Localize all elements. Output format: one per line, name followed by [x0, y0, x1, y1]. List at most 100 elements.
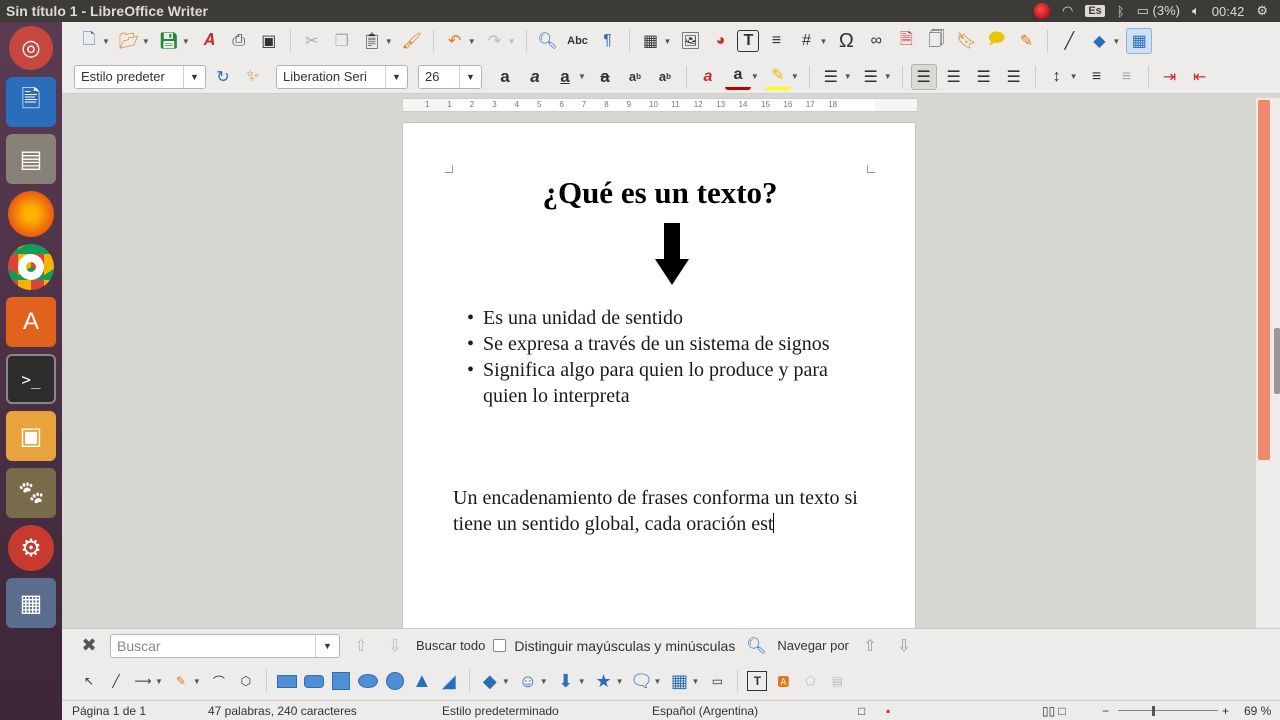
list-item[interactable]: Significa algo para quien lo produce y p…: [465, 357, 845, 409]
zoom-slider[interactable]: [1118, 710, 1218, 711]
polygon-tool-icon[interactable]: ⬡: [235, 670, 257, 692]
clear-formatting-icon[interactable]: a: [695, 64, 721, 90]
export-pdf-icon[interactable]: 𝑨: [196, 28, 222, 54]
close-find-bar-icon[interactable]: ✖: [76, 633, 102, 659]
highlight-dropdown-icon[interactable]: ▼: [791, 72, 799, 81]
scrollbar-thumb[interactable]: [1258, 100, 1270, 460]
stars-dropdown-icon[interactable]: ▼: [616, 677, 624, 686]
superscript-icon[interactable]: ab: [622, 64, 648, 90]
increase-indent-icon[interactable]: ⇥: [1157, 64, 1183, 90]
basic-shapes-dropdown-icon[interactable]: ▼: [502, 677, 510, 686]
save-icon[interactable]: 💾︎: [156, 28, 182, 54]
callout-shape-icon[interactable]: ▭: [706, 670, 728, 692]
track-changes-icon[interactable]: ✎: [1013, 28, 1039, 54]
callouts-dropdown-icon[interactable]: ▼: [654, 677, 662, 686]
paste-dropdown-icon[interactable]: ▼: [385, 37, 393, 46]
libreoffice-impress-icon[interactable]: ▣: [6, 411, 56, 461]
insert-text-box-icon[interactable]: T: [737, 30, 760, 52]
comment-icon[interactable]: 🗩︎: [983, 28, 1009, 54]
battery-indicator[interactable]: ▭ (3%): [1137, 3, 1180, 19]
callouts-icon[interactable]: 🗨︎: [630, 670, 653, 692]
circle-icon[interactable]: [384, 670, 406, 692]
font-size-combo[interactable]: 26 ▼: [418, 64, 482, 89]
line-arrow-icon[interactable]: ⟶: [132, 670, 154, 692]
insert-line-icon[interactable]: ╱: [1056, 28, 1082, 54]
underline-dropdown-icon[interactable]: ▼: [578, 72, 586, 81]
clone-formatting-icon[interactable]: 🖌︎: [399, 28, 425, 54]
font-name-combo[interactable]: Liberation Seri ▼: [276, 64, 408, 89]
freeform-dropdown-icon[interactable]: ▼: [193, 677, 201, 686]
special-character-icon[interactable]: Ω: [833, 28, 859, 54]
endnote-icon[interactable]: 🗍︎: [923, 28, 949, 54]
open-folder-icon[interactable]: 📂︎: [116, 28, 142, 54]
print-icon[interactable]: ⎙: [226, 28, 252, 54]
ordered-list-dropdown-icon[interactable]: ▼: [884, 72, 892, 81]
libreoffice-writer-icon[interactable]: 🖹︎: [6, 77, 56, 127]
italic-icon[interactable]: a: [522, 64, 548, 90]
view-layout-icons[interactable]: ▯▯ □: [1042, 704, 1066, 718]
record-indicator-icon[interactable]: [1033, 3, 1050, 19]
body-paragraph[interactable]: Un encadenamiento de frases conforma un …: [453, 485, 873, 537]
undo-icon[interactable]: ↶: [442, 28, 468, 54]
vertical-scrollbar[interactable]: [1256, 98, 1280, 628]
hyperlink-icon[interactable]: ∞: [863, 28, 889, 54]
extrusion-icon[interactable]: ▤: [826, 670, 848, 692]
insert-table-icon[interactable]: ▦: [638, 28, 664, 54]
rounded-rectangle-icon[interactable]: [303, 670, 325, 692]
navigate-down-icon[interactable]: ⇩: [891, 633, 917, 659]
zoom-level[interactable]: 69 %: [1244, 704, 1271, 718]
symbol-shapes-dropdown-icon[interactable]: ▼: [540, 677, 548, 686]
new-dropdown-icon[interactable]: ▼: [102, 37, 110, 46]
select-pointer-icon[interactable]: ↖: [78, 670, 100, 692]
word-count[interactable]: 47 palabras, 240 caracteres: [208, 704, 357, 718]
navigate-up-icon[interactable]: ⇧: [857, 633, 883, 659]
paste-icon[interactable]: 📋︎: [359, 28, 385, 54]
align-right-icon[interactable]: ☰: [971, 64, 997, 90]
rectangle-icon[interactable]: [276, 670, 298, 692]
footnote-icon[interactable]: 🗎︎: [893, 28, 919, 54]
sidebar-deck-handle[interactable]: [1274, 328, 1280, 394]
firefox-icon[interactable]: [8, 191, 54, 237]
block-arrows-icon[interactable]: ⬇: [555, 670, 577, 692]
flowchart-dropdown-icon[interactable]: ▼: [691, 677, 699, 686]
text-box-icon[interactable]: T: [747, 671, 768, 691]
stars-icon[interactable]: ★: [593, 670, 615, 692]
align-left-icon[interactable]: ☰: [910, 63, 937, 90]
workspace-switcher-icon[interactable]: ▦: [6, 578, 56, 628]
bluetooth-icon[interactable]: ᛒ: [1117, 4, 1125, 19]
page-break-icon[interactable]: ≡: [763, 28, 789, 54]
ubuntu-dash-icon[interactable]: ◎: [9, 26, 53, 70]
clock[interactable]: 00:42: [1212, 4, 1245, 19]
symbol-shapes-icon[interactable]: ☺: [517, 670, 539, 692]
chevron-down-icon[interactable]: ▼: [459, 65, 481, 88]
document-page[interactable]: ¿Qué es un texto? Es una unidad de senti…: [402, 122, 916, 628]
bold-icon[interactable]: a: [492, 64, 518, 90]
text-language[interactable]: Español (Argentina): [652, 704, 758, 718]
document-modified-icon[interactable]: ▪: [886, 704, 890, 718]
fontwork-icon[interactable]: 🅰︎: [772, 670, 794, 692]
basic-shapes-icon[interactable]: ◆: [1086, 28, 1112, 54]
chevron-down-icon[interactable]: ▼: [183, 65, 205, 88]
justify-icon[interactable]: ☰: [1001, 64, 1027, 90]
chevron-down-icon[interactable]: ▼: [385, 65, 407, 88]
show-draw-functions-icon[interactable]: ▦: [1126, 28, 1153, 54]
match-case-checkbox[interactable]: [493, 639, 507, 652]
find-replace-icon[interactable]: 🔍︎: [743, 633, 769, 659]
wifi-icon[interactable]: ◠: [1062, 3, 1073, 19]
zoom-slider-thumb[interactable]: [1152, 706, 1155, 716]
field-dropdown-icon[interactable]: ▼: [819, 37, 827, 46]
spelling-icon[interactable]: Abc: [565, 28, 591, 54]
line-spacing-icon[interactable]: ↕: [1044, 64, 1070, 90]
insert-image-icon[interactable]: 🖼︎: [677, 28, 703, 54]
zoom-out-icon[interactable]: −: [1102, 704, 1109, 718]
files-icon[interactable]: ▤: [6, 134, 56, 184]
font-color-dropdown-icon[interactable]: ▼: [751, 72, 759, 81]
cut-icon[interactable]: ✂: [299, 28, 325, 54]
paragraph-style-combo[interactable]: Estilo predeter ▼: [74, 64, 206, 89]
volume-icon[interactable]: 🔈︎: [1192, 3, 1200, 19]
new-document-icon[interactable]: 🗋︎: [76, 28, 102, 54]
curve-tool-icon[interactable]: ⌒: [208, 670, 230, 692]
power-gear-icon[interactable]: ⚙: [1256, 3, 1268, 19]
shapes-dropdown-icon[interactable]: ▼: [1112, 37, 1120, 46]
unordered-list-dropdown-icon[interactable]: ▼: [844, 72, 852, 81]
